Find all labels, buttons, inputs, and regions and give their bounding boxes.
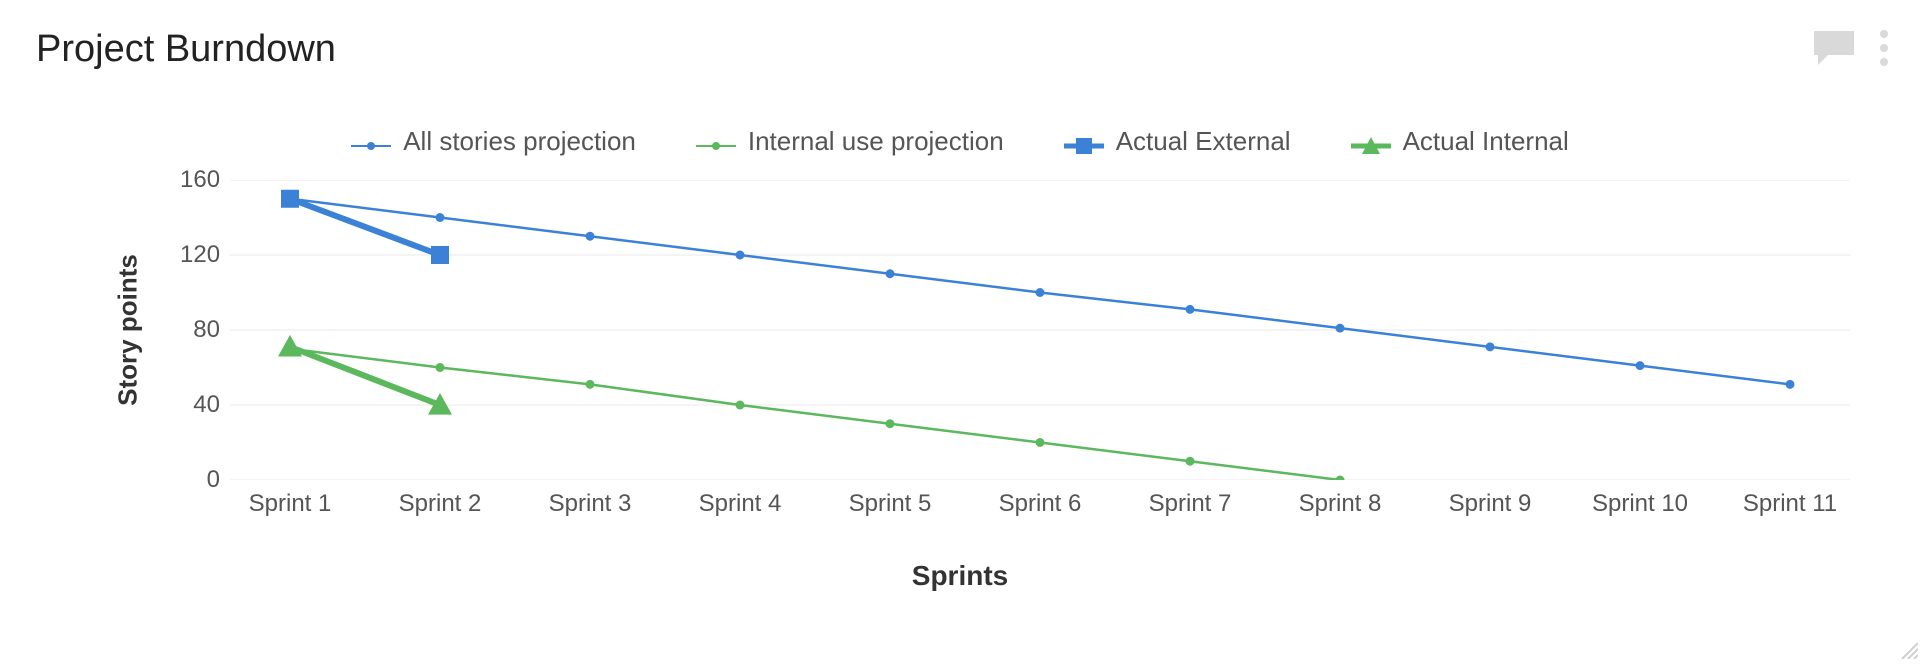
y-tick-label: 120 [180, 241, 220, 269]
x-tick-label: Sprint 4 [699, 490, 782, 518]
legend-label: Actual External [1116, 126, 1291, 157]
legend-item-actual-internal[interactable]: Actual Internal [1351, 126, 1569, 157]
legend-swatch [1064, 132, 1104, 152]
x-tick-label: Sprint 10 [1592, 490, 1688, 518]
chart-toolbar [1812, 28, 1890, 68]
x-tick-label: Sprint 9 [1449, 490, 1532, 518]
comment-icon[interactable] [1812, 29, 1856, 67]
legend-label: All stories projection [403, 126, 636, 157]
chart-title: Project Burndown [36, 28, 336, 71]
chart-legend: All stories projection Internal use proj… [0, 126, 1920, 157]
plot-svg [230, 180, 1850, 480]
x-tick-label: Sprint 3 [549, 490, 632, 518]
legend-item-internal-use[interactable]: Internal use projection [696, 126, 1004, 157]
legend-label: Internal use projection [748, 126, 1004, 157]
x-tick-label: Sprint 11 [1743, 490, 1837, 518]
resize-handle-icon[interactable] [1898, 639, 1918, 664]
x-tick-label: Sprint 8 [1299, 490, 1382, 518]
y-tick-label: 160 [180, 166, 220, 194]
plot-wrap: Story points 04080120160 Sprint 1Sprint … [100, 180, 1870, 520]
legend-swatch [696, 132, 736, 152]
burndown-chart-card: Project Burndown All stories projection [0, 0, 1920, 666]
kebab-menu-icon[interactable] [1878, 28, 1890, 68]
y-axis-label: Story points [113, 254, 144, 406]
y-tick-label: 80 [180, 316, 220, 344]
legend-item-all-stories[interactable]: All stories projection [351, 126, 636, 157]
legend-item-actual-external[interactable]: Actual External [1064, 126, 1291, 157]
legend-swatch [351, 132, 391, 152]
x-tick-label: Sprint 6 [999, 490, 1082, 518]
plot-area [230, 180, 1850, 480]
legend-swatch [1351, 132, 1391, 152]
x-tick-label: Sprint 2 [399, 490, 482, 518]
x-tick-label: Sprint 7 [1149, 490, 1232, 518]
legend-label: Actual Internal [1403, 126, 1569, 157]
x-axis-label: Sprints [0, 560, 1920, 592]
y-tick-label: 40 [180, 391, 220, 419]
x-tick-label: Sprint 5 [849, 490, 932, 518]
y-tick-label: 0 [180, 466, 220, 494]
x-tick-label: Sprint 1 [249, 490, 332, 518]
